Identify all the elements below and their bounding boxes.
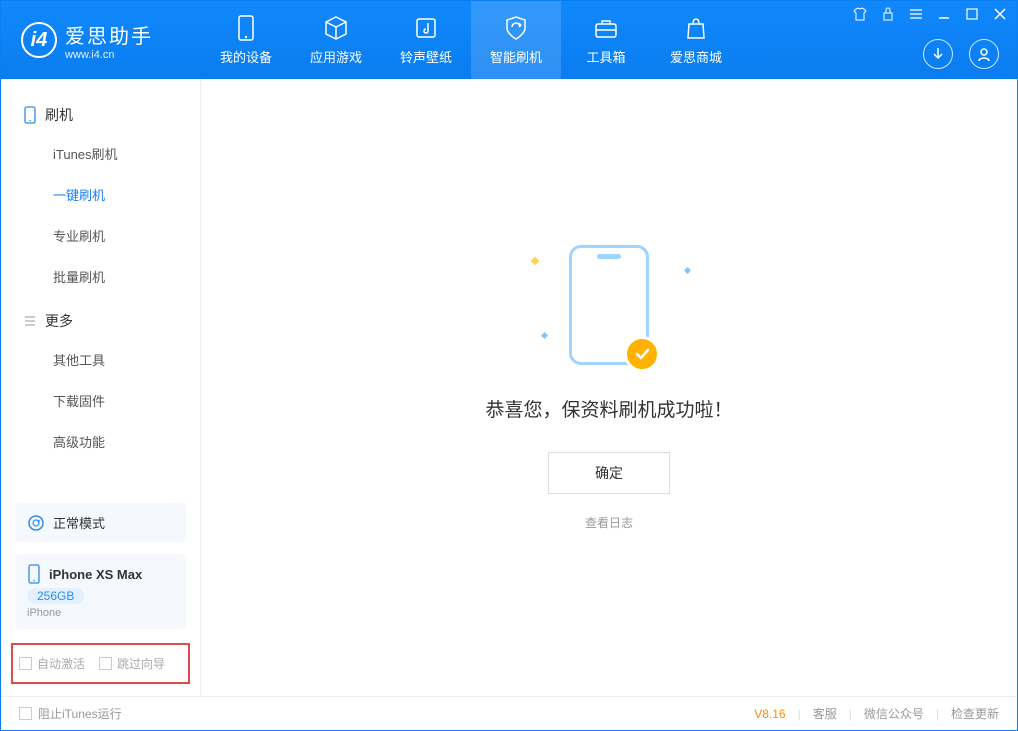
- sidebar-group-header: 更多: [1, 303, 200, 339]
- group-title: 更多: [45, 311, 73, 331]
- options-row: 自动激活 跳过向导: [11, 643, 190, 684]
- titlebar-controls: [853, 7, 1007, 21]
- sparkle-icon: [531, 256, 539, 264]
- close-icon[interactable]: [993, 7, 1007, 21]
- group-title: 刷机: [45, 105, 73, 125]
- tab-apps-games[interactable]: 应用游戏: [291, 1, 381, 79]
- skip-guide-checkbox[interactable]: 跳过向导: [99, 655, 165, 672]
- list-icon: [23, 314, 37, 328]
- ok-button[interactable]: 确定: [548, 452, 670, 494]
- sidebar-group-flash: 刷机 iTunes刷机 一键刷机 专业刷机 批量刷机: [1, 97, 200, 303]
- sparkle-icon: [684, 266, 691, 273]
- sidebar-item-oneclick-flash[interactable]: 一键刷机: [1, 174, 200, 215]
- check-icon: [624, 336, 660, 372]
- device-icon: [233, 15, 259, 41]
- sidebar-item-advanced[interactable]: 高级功能: [1, 421, 200, 462]
- minimize-icon[interactable]: [937, 7, 951, 21]
- storage-badge: 256GB: [27, 588, 84, 604]
- download-icon[interactable]: [923, 39, 953, 69]
- logo-area: i4 爱思助手 www.i4.cn: [1, 1, 201, 79]
- checkbox-icon: [19, 657, 32, 670]
- view-log-link[interactable]: 查看日志: [585, 514, 633, 531]
- sidebar-group-more: 更多 其他工具 下载固件 高级功能: [1, 303, 200, 468]
- app-subtitle: www.i4.cn: [65, 49, 153, 61]
- shield-icon: [503, 15, 529, 41]
- user-icon[interactable]: [969, 39, 999, 69]
- block-itunes-checkbox[interactable]: 阻止iTunes运行: [19, 705, 122, 722]
- version-label: V8.16: [754, 707, 785, 721]
- sidebar: 刷机 iTunes刷机 一键刷机 专业刷机 批量刷机 更多 其他工具 下载固件 …: [1, 79, 201, 696]
- app-title: 爱思助手: [65, 20, 153, 49]
- customer-service-link[interactable]: 客服: [813, 705, 837, 722]
- mode-card[interactable]: 正常模式: [15, 503, 186, 542]
- phone-icon: [23, 106, 37, 124]
- tab-store[interactable]: 爱思商城: [651, 1, 741, 79]
- sidebar-item-download-firmware[interactable]: 下载固件: [1, 380, 200, 421]
- wechat-link[interactable]: 微信公众号: [864, 705, 924, 722]
- device-icon: [27, 564, 41, 584]
- nav-tabs: 我的设备 应用游戏 铃声壁纸 智能刷机 工具箱 爱思商城: [201, 1, 741, 79]
- tab-my-device[interactable]: 我的设备: [201, 1, 291, 79]
- refresh-icon: [27, 514, 45, 532]
- tab-label: 应用游戏: [310, 47, 362, 66]
- sidebar-item-pro-flash[interactable]: 专业刷机: [1, 215, 200, 256]
- tab-smart-flash[interactable]: 智能刷机: [471, 1, 561, 79]
- footer: 阻止iTunes运行 V8.16 | 客服 | 微信公众号 | 检查更新: [1, 696, 1017, 730]
- body: 刷机 iTunes刷机 一键刷机 专业刷机 批量刷机 更多 其他工具 下载固件 …: [1, 79, 1017, 696]
- mode-label: 正常模式: [53, 513, 105, 532]
- music-icon: [413, 15, 439, 41]
- app-window: i4 爱思助手 www.i4.cn 我的设备 应用游戏 铃声壁纸 智能刷机: [0, 0, 1018, 731]
- tab-label: 我的设备: [220, 47, 272, 66]
- device-card[interactable]: iPhone XS Max 256GB iPhone: [15, 554, 186, 629]
- tab-label: 智能刷机: [490, 47, 542, 66]
- header: i4 爱思助手 www.i4.cn 我的设备 应用游戏 铃声壁纸 智能刷机: [1, 1, 1017, 79]
- menu-icon[interactable]: [909, 7, 923, 21]
- tab-ringtone-wallpaper[interactable]: 铃声壁纸: [381, 1, 471, 79]
- tab-label: 工具箱: [586, 47, 625, 66]
- lock-icon[interactable]: [881, 7, 895, 21]
- sparkle-icon: [541, 331, 548, 338]
- tab-toolbox[interactable]: 工具箱: [561, 1, 651, 79]
- phone-illustration: [569, 245, 649, 365]
- tab-label: 铃声壁纸: [400, 47, 452, 66]
- checkbox-icon: [19, 707, 32, 720]
- check-update-link[interactable]: 检查更新: [951, 705, 999, 722]
- sidebar-item-batch-flash[interactable]: 批量刷机: [1, 256, 200, 297]
- sidebar-group-header: 刷机: [1, 97, 200, 133]
- tab-label: 爱思商城: [670, 47, 722, 66]
- success-message: 恭喜您，保资料刷机成功啦！: [485, 395, 732, 422]
- main-content: 恭喜您，保资料刷机成功啦！ 确定 查看日志: [201, 79, 1017, 696]
- sidebar-item-other-tools[interactable]: 其他工具: [1, 339, 200, 380]
- header-actions: [923, 39, 999, 69]
- toolbox-icon: [593, 15, 619, 41]
- bag-icon: [683, 15, 709, 41]
- cube-icon: [323, 15, 349, 41]
- device-name: iPhone XS Max: [49, 567, 142, 582]
- checkbox-icon: [99, 657, 112, 670]
- device-type: iPhone: [27, 607, 174, 619]
- logo-icon: i4: [21, 22, 57, 58]
- sidebar-item-itunes-flash[interactable]: iTunes刷机: [1, 133, 200, 174]
- tshirt-icon[interactable]: [853, 7, 867, 21]
- maximize-icon[interactable]: [965, 7, 979, 21]
- auto-activate-checkbox[interactable]: 自动激活: [19, 655, 85, 672]
